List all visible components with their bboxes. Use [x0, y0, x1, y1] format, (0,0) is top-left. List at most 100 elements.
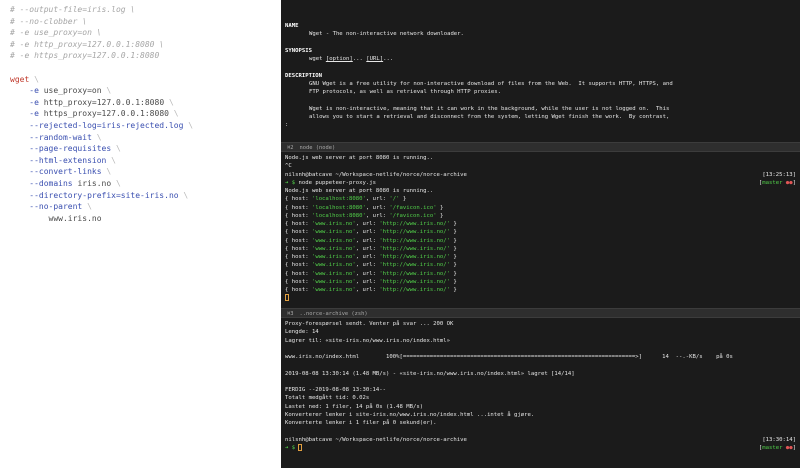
man-page-pane[interactable]: NAME Wget - The non-interactive network …	[281, 0, 800, 142]
editor-line[interactable]: www.iris.no	[10, 213, 281, 225]
option-flag: --rejected-log=iris-rejected.log	[29, 120, 184, 130]
terminal-window[interactable]: NAME Wget - The non-interactive network …	[281, 0, 800, 468]
editor-line[interactable]: -e use_proxy=on \	[10, 85, 281, 97]
terminal-line: FERDIG --2019-08-08 13:30:14--	[285, 387, 387, 393]
request-log-line: { host: 'www.iris.no', url: 'http://www.…	[285, 221, 457, 227]
git-status: [master ●●]	[758, 179, 796, 186]
man-desc-line: allows you to start a retrieval and disc…	[309, 113, 670, 120]
man-synopsis-line: wget [option]... [URL]...	[309, 56, 394, 62]
editor-line[interactable]: -e http_proxy=127.0.0.1:8080 \	[10, 97, 281, 109]
cursor[interactable]	[285, 294, 289, 302]
cursor[interactable]	[298, 443, 303, 451]
request-log-line: { host: 'localhost:8080', url: '/' }	[285, 196, 407, 203]
prompt-arrow: ➜ $	[285, 179, 296, 186]
line-continuation: \	[183, 120, 194, 130]
man-synopsis-heading: SYNOPSIS	[285, 47, 312, 54]
man-desc-line: GNU Wget is a free utility for non-inter…	[309, 80, 673, 87]
line-continuation: \	[106, 155, 116, 165]
prompt-path-row: nilsnh@batcave ~/Workspace-netlife/norce…	[285, 171, 796, 179]
editor-line[interactable]: --random-wait \	[10, 132, 281, 144]
terminal-line: ^C	[285, 163, 292, 170]
option-value: use_proxy=on	[38, 86, 102, 96]
prompt-time: [13:25:13]	[762, 171, 796, 178]
prompt-path-row: nilsnh@batcave ~/Workspace-netlife/norce…	[285, 436, 796, 444]
man-name-text: Wget - The non-interactive network downl…	[309, 31, 464, 38]
request-log-line: { host: 'www.iris.no', url: 'http://www.…	[285, 229, 457, 236]
option-value: http_proxy=127.0.0.1:8080	[38, 97, 165, 107]
prompt-path: nilsnh@batcave ~/Workspace-netlife/norce…	[285, 171, 467, 178]
option-value: iris.no	[72, 178, 112, 188]
editor-line[interactable]: # -e use_proxy=on \	[10, 27, 281, 39]
editor-line[interactable]: # -e http_proxy=127.0.0.1:8080 \	[10, 39, 281, 51]
line-continuation: \	[164, 97, 174, 107]
editor-line[interactable]	[10, 62, 281, 74]
node-pane[interactable]: ⌘2 node (node) Node.js web server at por…	[281, 142, 800, 308]
man-desc-line: Wget is non-interactive, meaning that it…	[309, 105, 670, 112]
man-description-heading: DESCRIPTION	[285, 72, 323, 79]
line-continuation: \	[101, 167, 112, 177]
request-log-line: { host: 'www.iris.no', url: 'http://www.…	[285, 262, 457, 269]
editor-line[interactable]: --page-requisites \	[10, 143, 281, 155]
download-progress: www.iris.no/index.html 100%[============…	[285, 354, 733, 360]
line-continuation: \	[91, 132, 102, 142]
terminal-line: Node.js web server at port 8080 is runni…	[285, 188, 434, 194]
command-row[interactable]: ➜ $ [master ●●]	[285, 443, 796, 452]
command-text: node puppeteer-proxy.js	[295, 179, 376, 186]
line-continuation: \	[82, 202, 92, 212]
terminal-line: Konverterte lenker i 1 filer på 0 sekund…	[285, 420, 437, 426]
option-flag: -e	[29, 97, 39, 107]
comment-text: # --no-clobber \	[10, 16, 88, 26]
terminal-line: Konverterer lenker i site-iris.no/www.ir…	[285, 411, 535, 418]
command-name: wget	[10, 74, 30, 84]
editor-line[interactable]: # -e https_proxy=127.0.0.1:8080	[10, 50, 281, 62]
option-flag: --page-requisites	[29, 144, 112, 154]
command-row: ➜ $ node puppeteer-proxy.js [master ●●]	[285, 179, 796, 187]
prompt-arrow: ➜ $	[285, 444, 296, 451]
request-log-line: { host: 'localhost:8080', url: '/favicon…	[285, 212, 444, 219]
option-flag: -e	[29, 86, 39, 96]
line-continuation: \	[29, 74, 39, 84]
editor-line[interactable]: --directory-prefix=site-iris.no \	[10, 190, 281, 202]
man-desc-line: FTP protocols, as well as retrieval thro…	[309, 89, 501, 95]
editor-line[interactable]: --rejected-log=iris-rejected.log \	[10, 120, 281, 132]
zsh-pane-tab[interactable]: ⌘3 ..norce-archive (zsh)	[281, 308, 800, 318]
editor-line[interactable]: --no-parent \	[10, 201, 281, 213]
line-continuation: \	[111, 178, 121, 188]
editor-line[interactable]: --html-extension \	[10, 155, 281, 167]
comment-text: # -e https_proxy=127.0.0.1:8080	[10, 51, 160, 61]
line-continuation: \	[111, 144, 121, 154]
editor-line[interactable]: # --no-clobber \	[10, 16, 281, 28]
request-log-line: { host: 'localhost:8080', url: '/favicon…	[285, 204, 444, 211]
node-pane-tab[interactable]: ⌘2 node (node)	[281, 142, 800, 152]
editor-line[interactable]: --domains iris.no \	[10, 178, 281, 190]
script-editor[interactable]: # --output-file=iris.log \ # --no-clobber…	[0, 0, 281, 468]
request-log-line: { host: 'www.iris.no', url: 'http://www.…	[285, 287, 457, 293]
terminal-line: Lastet ned: 1 filer, 14 på 0s (1.48 MB/s…	[285, 403, 424, 410]
editor-line[interactable]: -e https_proxy=127.0.0.1:8080 \	[10, 108, 281, 120]
option-flag: --no-parent	[29, 202, 83, 212]
request-log-line: { host: 'www.iris.no', url: 'http://www.…	[285, 237, 457, 244]
pane-title: node (node)	[299, 145, 336, 151]
option-flag: --convert-links	[29, 167, 102, 177]
request-log-line: { host: 'www.iris.no', url: 'http://www.…	[285, 245, 457, 252]
editor-line[interactable]: wget \	[10, 74, 281, 86]
zsh-pane[interactable]: ⌘3 ..norce-archive (zsh) Proxy-forespørs…	[281, 308, 800, 468]
editor-line[interactable]: # --output-file=iris.log \	[10, 4, 281, 16]
line-continuation: \	[168, 109, 179, 119]
man-prompt[interactable]: :	[285, 121, 796, 129]
option-flag: --random-wait	[29, 132, 92, 142]
url-argument: www.iris.no	[10, 213, 102, 223]
comment-text: # -e http_proxy=127.0.0.1:8080 \	[10, 39, 165, 49]
editor-line[interactable]: --convert-links \	[10, 166, 281, 178]
terminal-line: 2019-08-08 13:30:14 (1.48 MB/s) - «site-…	[285, 370, 575, 377]
terminal-line: Node.js web server at port 8080 is runni…	[285, 155, 434, 161]
comment-text: # --output-file=iris.log \	[10, 5, 136, 14]
